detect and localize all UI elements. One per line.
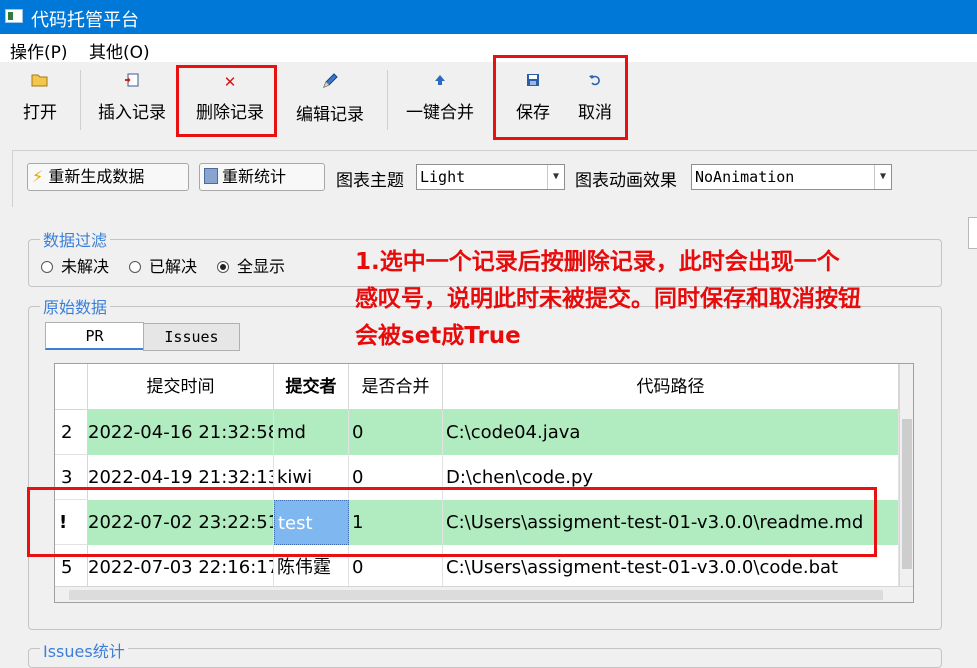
merge-arrow-icon — [430, 72, 450, 92]
issues-stats-title: Issues统计 — [40, 638, 128, 662]
vertical-scrollbar[interactable] — [899, 364, 913, 588]
insert-record-button[interactable]: 插入记录 — [92, 62, 172, 138]
chevron-down-icon: ▼ — [874, 165, 891, 189]
lightning-icon: ⚡ — [32, 167, 44, 186]
annotation-text: 1.选中一个记录后按删除记录，此时会出现一个 感叹号，说明此时未被提交。同时保存… — [355, 244, 975, 355]
open-button[interactable]: 打开 — [14, 62, 66, 138]
chart-theme-value: Light — [420, 168, 466, 186]
chart-theme-select[interactable]: Light ▼ — [416, 164, 565, 190]
radio-unresolved[interactable] — [41, 261, 53, 273]
highlight-box-save-cancel — [493, 55, 628, 140]
menu-operate[interactable]: 操作(P) — [10, 38, 68, 63]
toolbar-separator — [80, 70, 81, 130]
vertical-scrollbar-thumb[interactable] — [902, 419, 912, 569]
merge-label: 一键合并 — [406, 103, 474, 123]
data-filter-title: 数据过滤 — [40, 227, 111, 251]
annotation-line: 会被set成True — [355, 323, 521, 349]
insert-record-label: 插入记录 — [98, 103, 166, 123]
restat-label: 重新统计 — [222, 167, 287, 186]
cell-path[interactable]: C:\code04.java — [443, 410, 899, 455]
radio-all[interactable] — [217, 261, 229, 273]
filter-option-label: 已解决 — [149, 257, 198, 276]
column-header-author[interactable]: 提交者 — [274, 364, 349, 410]
folder-open-icon — [30, 72, 50, 92]
filter-option-resolved[interactable]: 已解决 — [129, 253, 197, 277]
horizontal-scrollbar-thumb[interactable] — [69, 590, 883, 600]
column-header-time[interactable]: 提交时间 — [88, 364, 274, 410]
annotation-line: 感叹号，说明此时未被提交。同时保存和取消按钮 — [355, 286, 861, 312]
cell-merged[interactable]: 0 — [349, 410, 443, 455]
app-icon — [5, 9, 23, 23]
chart-theme-label: 图表主题 — [336, 171, 404, 191]
toolbar-separator — [387, 70, 388, 130]
tab-pr[interactable]: PR — [45, 322, 144, 350]
merge-button[interactable]: 一键合并 — [400, 62, 480, 138]
filter-option-unresolved[interactable]: 未解决 — [41, 253, 109, 277]
chart-animation-value: NoAnimation — [695, 168, 795, 186]
chart-animation-label: 图表动画效果 — [575, 171, 677, 191]
raw-data-title: 原始数据 — [40, 294, 111, 318]
tab-issues[interactable]: Issues — [143, 323, 240, 351]
cell-author[interactable]: md — [274, 410, 349, 455]
edit-record-label: 编辑记录 — [296, 105, 364, 125]
highlight-box-delete — [176, 65, 277, 137]
edit-record-button[interactable]: 编辑记录 — [290, 62, 370, 138]
cell-time[interactable]: 2022-04-16 21:32:58 — [88, 410, 274, 455]
annotation-line: 1.选中一个记录后按删除记录，此时会出现一个 — [355, 249, 840, 275]
filter-option-label: 未解决 — [61, 257, 110, 276]
insert-record-icon — [122, 72, 142, 92]
regenerate-data-button[interactable]: ⚡ 重新生成数据 — [27, 163, 189, 191]
chart-animation-select[interactable]: NoAnimation ▼ — [691, 164, 892, 190]
horizontal-scrollbar[interactable] — [55, 586, 913, 602]
chevron-down-icon: ▼ — [547, 165, 564, 189]
highlight-box-row — [27, 487, 877, 557]
window-title: 代码托管平台 — [31, 10, 139, 31]
restat-button[interactable]: 重新统计 — [199, 163, 325, 191]
column-header-path[interactable]: 代码路径 — [443, 364, 899, 410]
radio-resolved[interactable] — [129, 261, 141, 273]
filter-option-label: 全显示 — [237, 257, 286, 276]
calculator-icon — [204, 168, 218, 184]
issues-stats-group — [28, 648, 942, 668]
column-header-merged[interactable]: 是否合并 — [349, 364, 443, 410]
table-corner — [55, 364, 88, 410]
open-label: 打开 — [23, 103, 57, 123]
title-bar: 代码托管平台 — [0, 0, 977, 34]
filter-option-all[interactable]: 全显示 — [217, 253, 285, 277]
pr-table[interactable]: 提交时间 提交者 是否合并 代码路径 2 2022-04-16 21:32:58 m… — [54, 363, 914, 603]
row-header[interactable]: 2 — [55, 410, 88, 455]
edit-pencil-icon — [320, 72, 340, 92]
menu-other[interactable]: 其他(O) — [89, 38, 150, 63]
regenerate-data-label: 重新生成数据 — [48, 167, 145, 186]
